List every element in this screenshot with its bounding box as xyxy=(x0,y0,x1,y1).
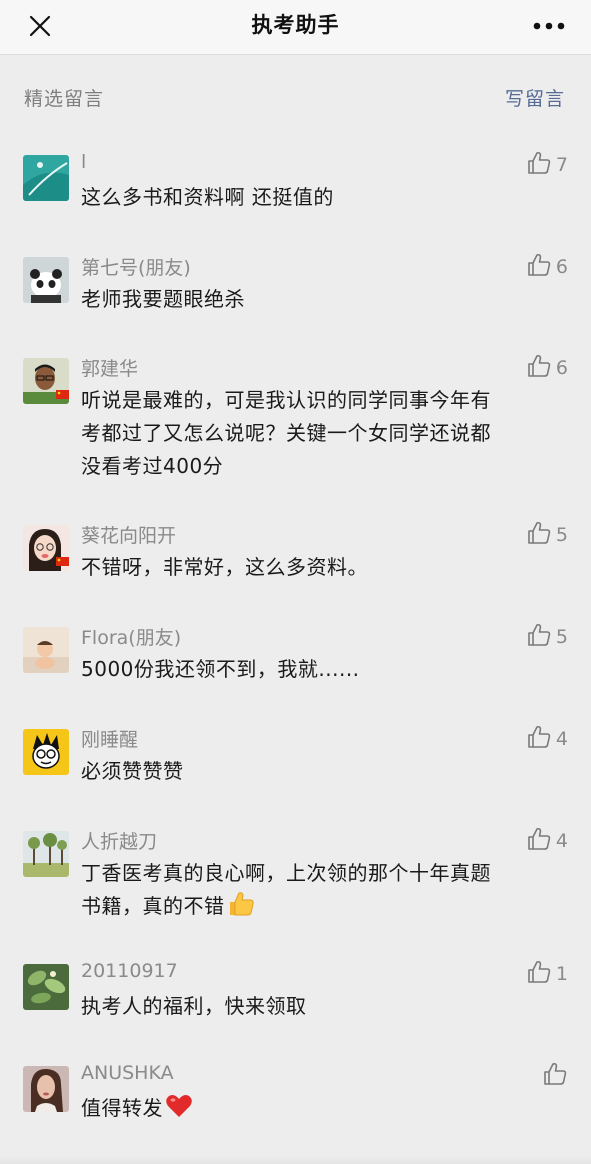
more-button[interactable] xyxy=(529,9,569,45)
comment-text: 5000份我还领不到，我就...... xyxy=(81,653,569,686)
avatar[interactable] xyxy=(23,627,69,673)
thumbs-up-icon xyxy=(526,724,552,754)
commenter-name: l xyxy=(81,151,87,173)
like-button[interactable]: 5 xyxy=(526,623,568,651)
featured-comments-title: 精选留言 xyxy=(24,88,105,110)
commenter-name: 人折越刀 xyxy=(81,831,158,853)
comment-text: 执考人的福利，快来领取 xyxy=(81,990,569,1023)
comment-line: 值得转发 xyxy=(81,1092,569,1129)
comment-text: 值得转发 xyxy=(81,1092,569,1129)
avatar[interactable] xyxy=(23,358,69,404)
commenter-name: Flora(朋友) xyxy=(81,627,182,649)
comment-line: 老师我要题眼绝杀 xyxy=(81,287,245,311)
write-comment-link[interactable]: 写留言 xyxy=(505,84,565,111)
thumbs-up-icon xyxy=(526,622,552,652)
like-button[interactable]: 4 xyxy=(526,827,568,855)
comment-line: 不错呀，非常好，这么多资料。 xyxy=(81,555,368,579)
thumbs-up-icon xyxy=(526,959,552,989)
thumbs-up-icon xyxy=(526,520,552,550)
commenter-name: 第七号(朋友) xyxy=(81,257,191,279)
page: 执考助手 精选留言 写留言 l 这么多书和资料啊 还挺值的 7 第七号(朋友) 老师我要… xyxy=(0,0,591,1164)
comment-line: 这么多书和资料啊 还挺值的 xyxy=(81,185,334,209)
comment-line: 丁香医考真的良心啊，上次领的那个十年真题 xyxy=(81,861,491,885)
thumbs-up-icon xyxy=(526,826,552,856)
like-count: 6 xyxy=(555,357,568,379)
comment-text: 不错呀，非常好，这么多资料。 xyxy=(81,551,569,584)
thumbs-up-icon xyxy=(542,1061,568,1091)
comment-text: 这么多书和资料啊 还挺值的 xyxy=(81,181,569,214)
section-header: 精选留言 写留言 xyxy=(0,54,591,142)
like-button[interactable]: 1 xyxy=(526,960,568,988)
comment-text: 必须赞赞赞 xyxy=(81,755,569,788)
like-count: 7 xyxy=(555,154,568,176)
commenter-name: 刚睡醒 xyxy=(81,729,139,751)
avatar[interactable] xyxy=(23,1066,69,1112)
heart-emoji xyxy=(165,1093,193,1129)
avatar[interactable] xyxy=(23,257,69,303)
comment-text: 听说是最难的，可是我认识的同学同事今年有 考都过了又怎么说呢？关键一个女同学还说都… xyxy=(81,384,569,483)
thumbs-up-icon xyxy=(526,252,552,282)
comment-line: 执考人的福利，快来领取 xyxy=(81,994,307,1018)
comment-line: 必须赞赞赞 xyxy=(81,759,184,783)
like-count: 4 xyxy=(555,830,568,852)
thumbs-up-emoji xyxy=(227,891,255,927)
avatar[interactable] xyxy=(23,729,69,775)
commenter-name: 郭建华 xyxy=(81,358,139,380)
bottom-edge xyxy=(0,1156,591,1164)
top-bar: 执考助手 xyxy=(0,0,591,55)
like-count: 4 xyxy=(555,728,568,750)
avatar[interactable] xyxy=(23,155,69,201)
more-icon xyxy=(533,22,565,30)
comment-line: 听说是最难的，可是我认识的同学同事今年有 xyxy=(81,388,491,412)
like-button[interactable]: 6 xyxy=(526,354,568,382)
like-count: 5 xyxy=(555,524,568,546)
commenter-name: 葵花向阳开 xyxy=(81,525,177,547)
like-count: 5 xyxy=(555,626,568,648)
thumbs-up-icon xyxy=(526,150,552,180)
comment-line: 书籍，真的不错 xyxy=(81,890,569,927)
avatar[interactable] xyxy=(23,964,69,1010)
like-count: 1 xyxy=(555,963,568,985)
comment-text: 丁香医考真的良心啊，上次领的那个十年真题书籍，真的不错 xyxy=(81,857,569,927)
like-button[interactable]: 7 xyxy=(526,151,568,179)
thumbs-up-icon xyxy=(526,353,552,383)
avatar[interactable] xyxy=(23,525,69,571)
avatar[interactable] xyxy=(23,831,69,877)
commenter-name: 20110917 xyxy=(81,960,178,982)
commenter-name: ANUSHKA xyxy=(81,1062,174,1084)
comment-line: 没看考过400分 xyxy=(81,454,224,478)
like-button[interactable]: 6 xyxy=(526,253,568,281)
like-button[interactable]: 5 xyxy=(526,521,568,549)
comment-text: 老师我要题眼绝杀 xyxy=(81,283,569,316)
comment-line: 5000份我还领不到，我就...... xyxy=(81,657,360,681)
page-title: 执考助手 xyxy=(251,13,340,37)
comment-line: 考都过了又怎么说呢？关键一个女同学还说都 xyxy=(81,421,491,445)
like-count: 6 xyxy=(555,256,568,278)
like-button[interactable]: 4 xyxy=(526,725,568,753)
like-button[interactable] xyxy=(542,1062,568,1090)
